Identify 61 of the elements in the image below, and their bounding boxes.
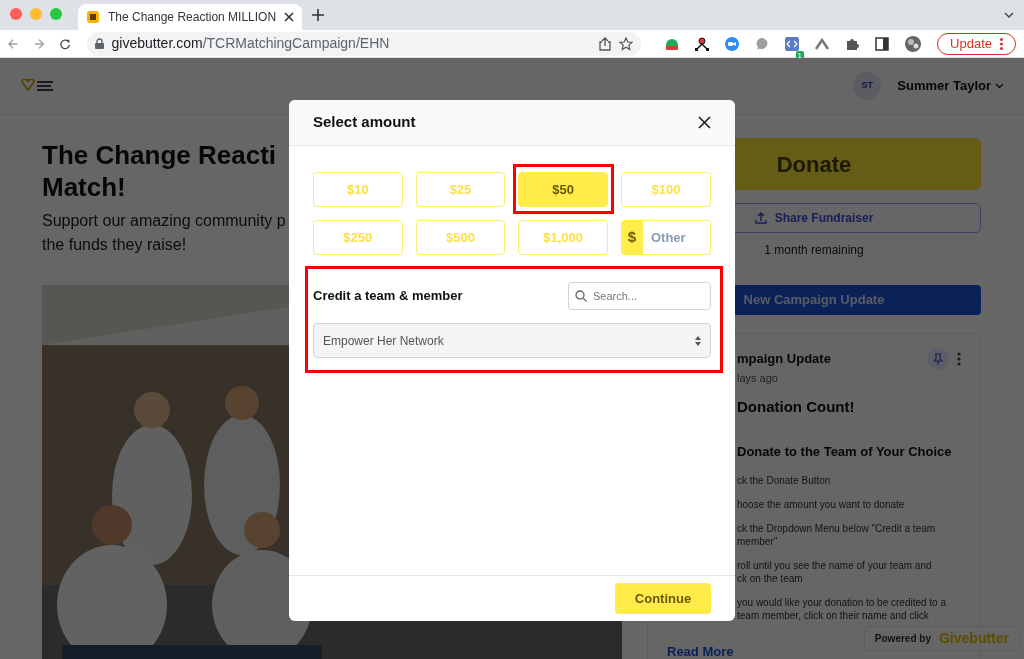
network-icon[interactable] (695, 36, 710, 51)
lock-icon (94, 38, 104, 49)
amount-option[interactable]: $50 (518, 172, 608, 207)
dialog-title: Select amount (313, 112, 416, 133)
read-more-link[interactable]: Read More (667, 641, 734, 659)
favicon-icon (86, 10, 100, 24)
continue-button[interactable]: Continue (615, 583, 711, 614)
pin-icon (933, 353, 943, 365)
star-icon[interactable] (619, 36, 634, 51)
instruction-step: hoose the amount you want to donate (737, 497, 961, 511)
credit-label: Credit a team & member (313, 287, 463, 306)
upload-icon (754, 212, 767, 224)
close-icon (698, 116, 711, 129)
update-button[interactable]: Update (937, 32, 1016, 55)
arch-icon[interactable] (815, 37, 830, 50)
browser-tab[interactable]: The Change Reaction MILLION (78, 4, 303, 30)
forward-icon[interactable] (34, 37, 45, 50)
currency-label: $ (621, 220, 643, 255)
instruction-step: ck the Donate Button (737, 473, 961, 487)
instruction-step: ck the Dropdown Menu below "Credit a team member" (737, 521, 961, 548)
time-remaining: 1 month remaining (763, 242, 865, 259)
campaign-title: The Change Reacti (42, 139, 277, 171)
code-extension-icon[interactable] (785, 37, 800, 52)
team-select[interactable]: Empower Her Network (313, 323, 711, 358)
other-amount-field[interactable]: Other (643, 220, 711, 255)
chat-bubble-icon[interactable] (755, 36, 770, 51)
update-subheading: Donate to the Team of Your Choice (737, 443, 953, 461)
close-button[interactable] (698, 116, 711, 129)
new-tab-icon[interactable] (312, 9, 325, 21)
instruction-step: roll until you see the name of your team and ck on the team (737, 558, 961, 585)
close-window-control[interactable] (10, 8, 22, 20)
search-field[interactable]: Search... (568, 282, 711, 310)
update-title: mpaign Update (737, 350, 831, 369)
avatar[interactable]: ST (853, 72, 882, 100)
pin-button[interactable] (927, 348, 949, 370)
share-icon[interactable] (599, 36, 612, 51)
puzzle-icon[interactable] (845, 36, 860, 51)
video-camera-icon[interactable] (725, 36, 740, 51)
close-icon[interactable] (284, 12, 295, 22)
tab-title: The Change Reaction MILLION (108, 9, 277, 26)
address-bar[interactable]: givebutter.com/TCRMatchingCampaign/EHN (86, 31, 642, 56)
campaign-title: Match! (42, 171, 126, 203)
chevron-down-icon[interactable] (1004, 12, 1014, 18)
profile-icon[interactable] (905, 35, 922, 52)
chevron-down-icon (995, 83, 1004, 89)
profile-menu[interactable]: Summer Taylor (897, 76, 1004, 96)
more-icon (1000, 37, 1003, 50)
more-icon[interactable] (957, 352, 961, 366)
extension-icon[interactable] (665, 36, 680, 51)
sort-arrows-icon (695, 335, 701, 346)
logo-drawing[interactable] (20, 79, 54, 93)
update-heading: Donation Count! (737, 396, 856, 417)
campaign-description: the funds they raise! (42, 235, 187, 255)
powered-by-badge[interactable]: Powered by Givebutter (863, 626, 1020, 651)
back-icon[interactable] (8, 37, 19, 50)
instruction-step: you would like your donation to be credited to a team member, click on their name and click (737, 595, 961, 622)
reload-icon[interactable] (60, 37, 71, 50)
url-text: givebutter.com/TCRMatchingCampaign/EHN (111, 34, 391, 53)
update-time: lays ago (737, 371, 779, 386)
side-panel-icon[interactable] (875, 36, 890, 51)
campaign-description: Support our amazing community p (42, 211, 286, 231)
